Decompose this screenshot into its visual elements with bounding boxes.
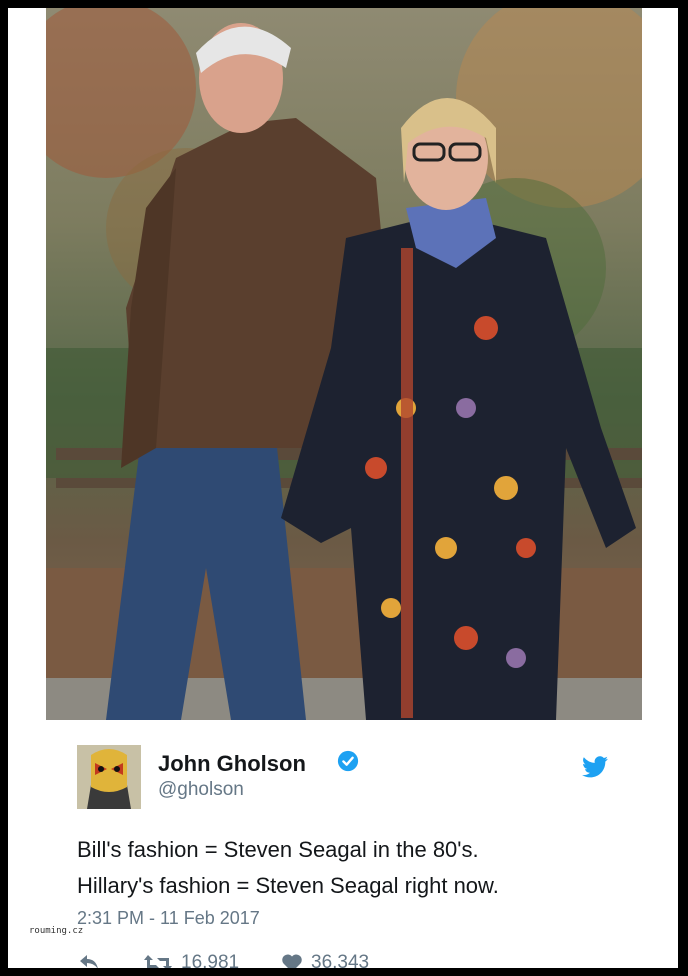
retweet-button[interactable]: 16,981 bbox=[143, 952, 239, 968]
author-name[interactable]: John Gholson bbox=[158, 751, 306, 777]
reply-button[interactable] bbox=[77, 952, 109, 968]
avatar[interactable] bbox=[77, 745, 141, 809]
tweet-body: John Gholson @gholson Bill's fashion = S… bbox=[46, 720, 642, 968]
tweet-text: Bill's fashion = Steven Seagal in the 80… bbox=[77, 832, 499, 904]
tweet-timestamp[interactable]: 2:31 PM - 11 Feb 2017 bbox=[77, 908, 260, 929]
author-handle[interactable]: @gholson bbox=[158, 779, 244, 801]
like-button[interactable]: 36,343 bbox=[281, 952, 369, 968]
retweet-icon bbox=[144, 955, 172, 968]
tweet-card: John Gholson @gholson Bill's fashion = S… bbox=[8, 8, 678, 968]
watermark: rouming.cz bbox=[29, 926, 84, 936]
tweet-text-line-2: Hillary's fashion = Steven Seagal right … bbox=[77, 873, 499, 898]
tweet-photo[interactable] bbox=[46, 8, 642, 720]
verified-badge-icon bbox=[337, 750, 359, 772]
twitter-bird-icon bbox=[582, 756, 608, 778]
heart-icon bbox=[282, 954, 302, 968]
like-count: 36,343 bbox=[311, 952, 370, 968]
photo-illustration bbox=[46, 8, 642, 720]
retweet-count: 16,981 bbox=[181, 952, 240, 968]
tweet-text-line-1: Bill's fashion = Steven Seagal in the 80… bbox=[77, 837, 479, 862]
avatar-mask-image bbox=[77, 745, 141, 809]
reply-icon bbox=[80, 955, 98, 968]
